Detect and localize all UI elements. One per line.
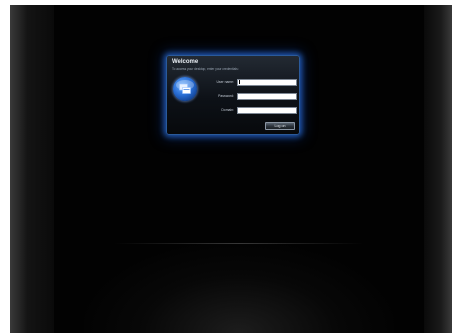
domain-row: Domain: — [203, 107, 297, 114]
desktop-background: Welcome To access your desktop, enter yo… — [54, 5, 424, 333]
left-border — [10, 5, 54, 333]
username-input[interactable] — [237, 79, 297, 86]
password-label: Password: — [218, 94, 234, 98]
right-border — [424, 5, 452, 333]
login-dialog: Welcome To access your desktop, enter yo… — [166, 55, 300, 135]
text-caret — [239, 80, 240, 84]
domain-input[interactable] — [237, 107, 297, 114]
welcome-title: Welcome — [172, 59, 199, 65]
welcome-subtitle: To access your desktop, enter your crede… — [172, 67, 239, 71]
floor-reflection — [84, 243, 394, 333]
username-label: User name: — [216, 80, 234, 84]
username-row: User name: — [203, 79, 297, 86]
password-row: Password: — [203, 93, 297, 100]
horizon-line — [114, 243, 364, 244]
log-on-button[interactable]: Log on — [265, 122, 295, 130]
windows-server-logo-icon — [173, 77, 197, 101]
domain-label: Domain: — [221, 108, 234, 112]
password-input[interactable] — [237, 93, 297, 100]
screen: Welcome To access your desktop, enter yo… — [0, 0, 452, 333]
